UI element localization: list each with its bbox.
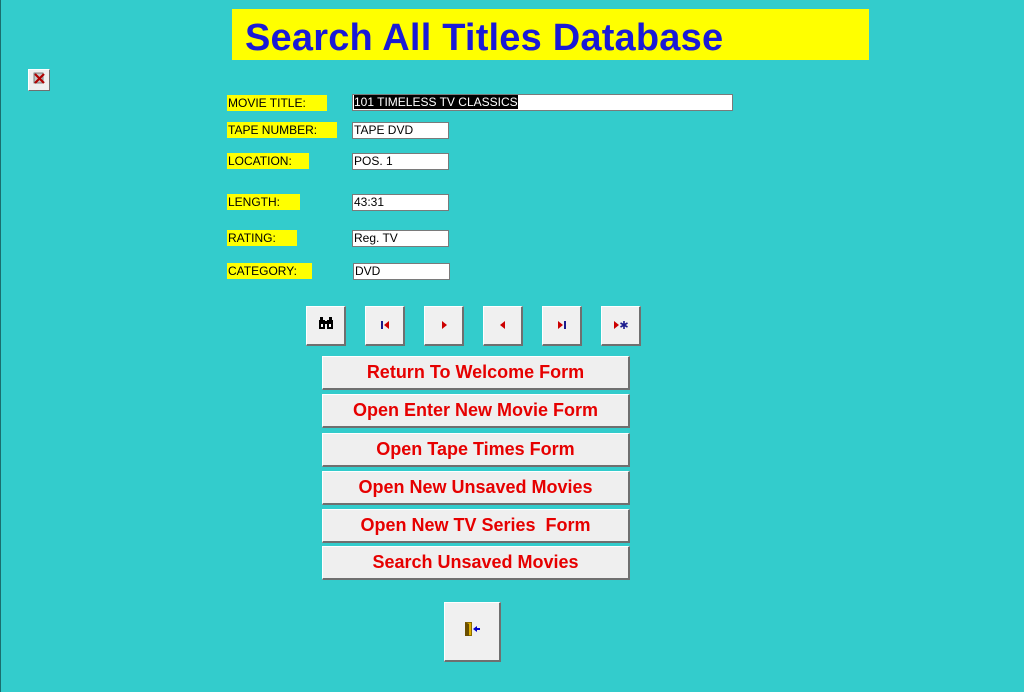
last-record-icon — [556, 317, 568, 335]
first-record-icon — [379, 317, 391, 335]
previous-record-button[interactable] — [483, 306, 523, 346]
open-new-tv-series-button[interactable]: Open New TV Series Form — [322, 509, 630, 543]
movie-title-label: MOVIE TITLE: — [227, 95, 327, 111]
category-label: CATEGORY: — [227, 263, 312, 279]
close-form-icon — [31, 70, 47, 91]
search-unsaved-movies-button[interactable]: Search Unsaved Movies — [322, 546, 630, 580]
return-to-welcome-button[interactable]: Return To Welcome Form — [322, 356, 630, 390]
find-record-button[interactable] — [306, 306, 346, 346]
close-form-button[interactable] — [28, 69, 50, 91]
rating-field[interactable]: Reg. TV — [352, 230, 449, 247]
length-field[interactable]: 43:31 — [352, 194, 449, 211]
movie-title-field[interactable]: 101 TIMELESS TV CLASSICS — [352, 94, 733, 111]
new-record-button[interactable] — [601, 306, 641, 346]
next-record-button[interactable] — [424, 306, 464, 346]
exit-button[interactable] — [444, 602, 501, 662]
location-field[interactable]: POS. 1 — [352, 153, 449, 170]
open-new-unsaved-movies-button[interactable]: Open New Unsaved Movies — [322, 471, 630, 505]
tape-number-field[interactable]: TAPE DVD — [352, 122, 449, 139]
new-record-icon — [613, 317, 629, 335]
first-record-button[interactable] — [365, 306, 405, 346]
rating-label: RATING: — [227, 230, 297, 246]
tape-number-label: TAPE NUMBER: — [227, 122, 337, 138]
window-edge — [0, 0, 1, 692]
length-label: LENGTH: — [227, 194, 300, 210]
open-enter-new-movie-button[interactable]: Open Enter New Movie Form — [322, 394, 630, 428]
previous-record-icon — [497, 317, 509, 335]
binoculars-icon — [318, 316, 334, 335]
last-record-button[interactable] — [542, 306, 582, 346]
open-tape-times-button[interactable]: Open Tape Times Form — [322, 433, 630, 467]
category-field[interactable]: DVD — [353, 263, 450, 280]
movie-title-value: 101 TIMELESS TV CLASSICS — [354, 95, 518, 109]
page-title: Search All Titles Database — [245, 17, 724, 59]
exit-door-icon — [463, 621, 481, 642]
location-label: LOCATION: — [227, 153, 309, 169]
next-record-icon — [438, 317, 450, 335]
title-banner: Search All Titles Database — [232, 9, 869, 60]
